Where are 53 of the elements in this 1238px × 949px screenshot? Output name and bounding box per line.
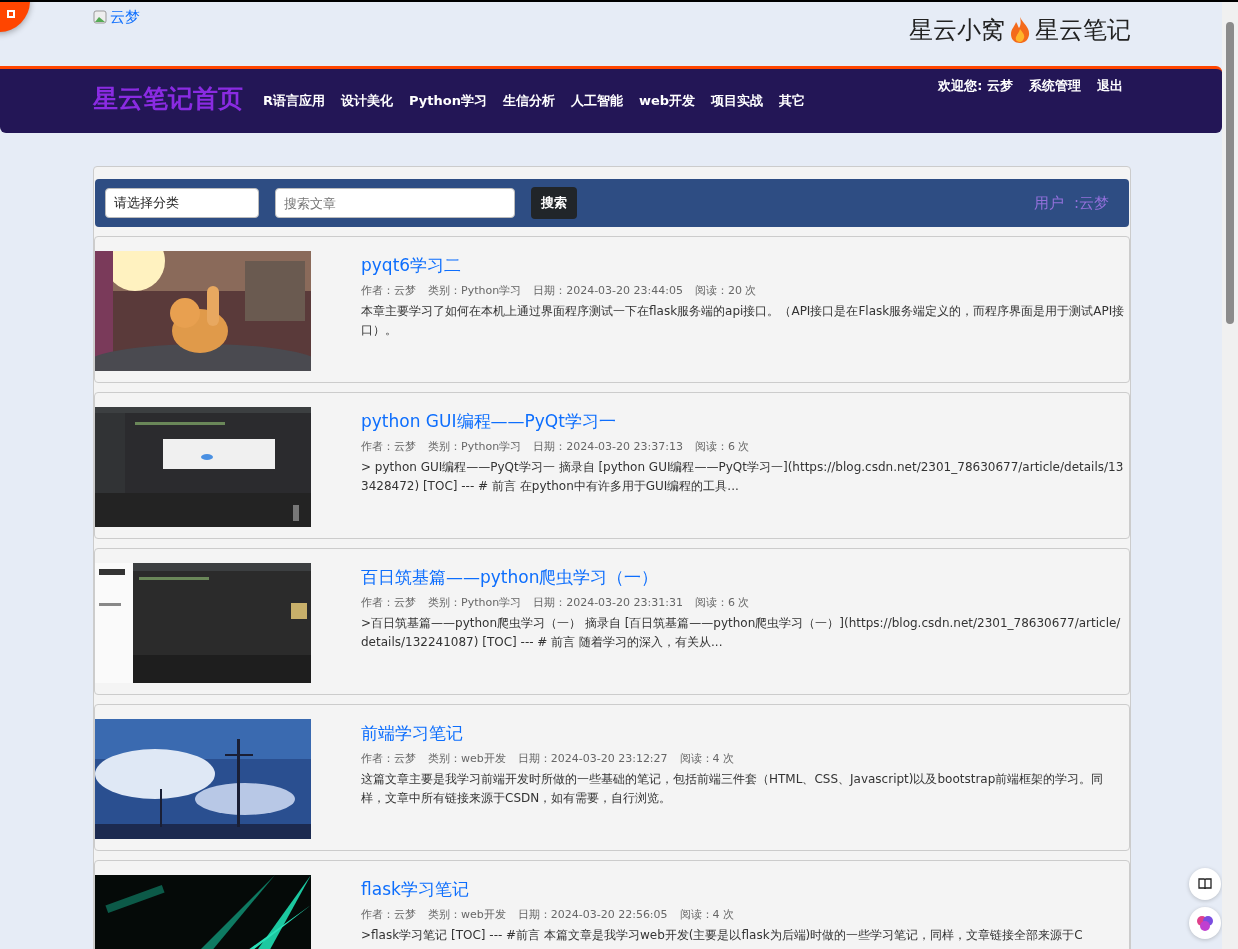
nav-link[interactable]: 设计美化 bbox=[341, 90, 393, 111]
broken-image-icon bbox=[93, 10, 107, 25]
author-text: 作者：云梦 bbox=[361, 594, 416, 611]
brain-icon[interactable] bbox=[1189, 907, 1221, 939]
read-count: 阅读：6 次 bbox=[694, 438, 750, 455]
article-excerpt: >百日筑基篇——python爬虫学习（一） 摘录自 [百日筑基篇——python爬虫学习（一）](https://blog.csdn.net/2301_78630677/article/details/132241087) [TOC] --- # 前言 随着学习的深入，有关从... bbox=[361, 615, 1122, 652]
read-count: 阅读：4 次 bbox=[679, 750, 735, 767]
article-title[interactable]: flask学习笔记 bbox=[361, 877, 469, 903]
date-text: 日期：2024-03-20 23:44:05 bbox=[533, 282, 683, 299]
user-label: 用户 :云梦 bbox=[1034, 192, 1109, 214]
read-count: 阅读：6 次 bbox=[694, 594, 750, 611]
date-text: 日期：2024-03-20 23:31:31 bbox=[533, 594, 683, 611]
site-title: 星云笔记 bbox=[1035, 15, 1131, 46]
article-excerpt: 这篇文章主要是我学习前端开发时所做的一些基础的笔记，包括前端三件套（HTML、CSS、Javascript)以及bootstrap前端框架的学习。同样，文章中所有链接来源于CSDN，如有需要，自行浏览。 bbox=[361, 771, 1105, 808]
article-title[interactable]: pyqt6学习二 bbox=[361, 253, 462, 279]
article-excerpt: > python GUI编程——PyQt学习一 摘录自 [python GUI编程——PyQt学习一](https://blog.csdn.net/2301_78630677/article/details/133428472) [TOC] --- # 前言 在python中有许多用于GUI编程的工具... bbox=[361, 459, 1125, 496]
category-text: 类别：Python学习 bbox=[428, 282, 522, 299]
author-text: 作者：云梦 bbox=[361, 750, 416, 767]
nav-link[interactable]: web开发 bbox=[638, 90, 696, 111]
nav-link[interactable]: 项目实战 bbox=[711, 90, 764, 111]
article-title[interactable]: 前端学习笔记 bbox=[361, 721, 463, 747]
article-title[interactable]: python GUI编程——PyQt学习一 bbox=[361, 409, 616, 435]
author-text: 作者：云梦 bbox=[361, 906, 416, 923]
date-text: 日期：2024-03-20 23:37:13 bbox=[533, 438, 683, 455]
read-count: 阅读：20 次 bbox=[694, 282, 757, 299]
read-count: 阅读：4 次 bbox=[679, 906, 735, 923]
nav-link[interactable]: 生信分析 bbox=[502, 90, 555, 111]
nav-link[interactable]: R语言应用 bbox=[263, 90, 325, 111]
search-button[interactable]: 搜索 bbox=[531, 187, 577, 219]
author-text: 作者：云梦 bbox=[361, 282, 416, 299]
article-excerpt: >flask学习笔记 [TOC] --- #前言 本篇文章是我学习web开发(主要是以flask为后端)时做的一些学习笔记，同样，文章链接全部来源于C bbox=[361, 927, 1084, 944]
book-icon[interactable] bbox=[1189, 868, 1221, 900]
user-link[interactable]: 欢迎您: 云梦 bbox=[938, 76, 1013, 96]
article-excerpt: 本章主要学习了如何在本机上通过界面程序测试一下在flask服务端的api接口。（API接口是在Flask服务端定义的，而程序界面是用于测试API接口）。 bbox=[361, 303, 1126, 340]
site-title: 星云小窝 bbox=[909, 15, 1005, 46]
article-title[interactable]: 百日筑基篇——python爬虫学习（一） bbox=[361, 565, 659, 591]
scrollbar[interactable] bbox=[1222, 2, 1238, 949]
logo-link[interactable]: 云梦 bbox=[93, 6, 140, 29]
nav-link[interactable]: 人工智能 bbox=[570, 90, 623, 111]
nav-link[interactable]: 其它 bbox=[779, 90, 806, 111]
user-link[interactable]: 退出 bbox=[1097, 76, 1123, 96]
category-text: 类别：web开发 bbox=[428, 906, 506, 923]
flame-icon bbox=[1009, 16, 1031, 44]
nav-link[interactable]: Python学习 bbox=[409, 90, 487, 111]
category-select[interactable]: 请选择分类 bbox=[105, 188, 259, 218]
category-text: 类别：Python学习 bbox=[428, 594, 522, 611]
date-text: 日期：2024-03-20 22:56:05 bbox=[517, 906, 668, 923]
search-field[interactable]: 搜索文章 bbox=[275, 188, 515, 218]
author-text: 作者：云梦 bbox=[361, 438, 416, 455]
date-text: 日期：2024-03-20 23:12:27 bbox=[517, 750, 668, 767]
category-text: 类别：web开发 bbox=[428, 750, 506, 767]
user-link[interactable]: 系统管理 bbox=[1029, 76, 1081, 96]
category-text: 类别：Python学习 bbox=[428, 438, 522, 455]
